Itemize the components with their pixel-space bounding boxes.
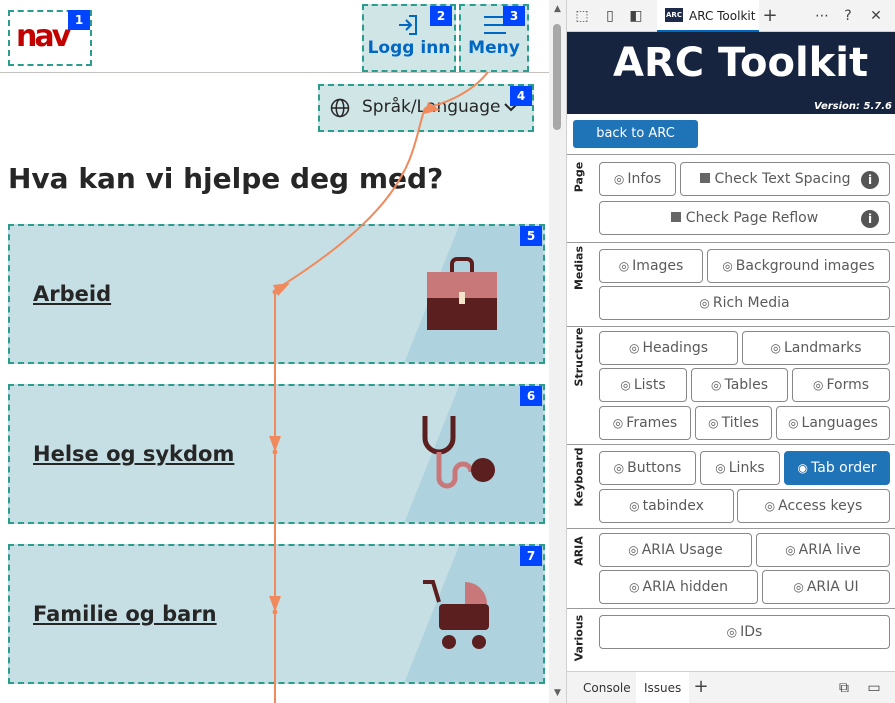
devtools-drawer-bar: Console Issues + ⧉ ▭ bbox=[567, 671, 895, 703]
aria-usage-button[interactable]: ◎ ARIA Usage bbox=[599, 533, 752, 567]
arc-title: ARC Toolkit bbox=[613, 40, 869, 86]
aria-hidden-button[interactable]: ◎ ARIA hidden bbox=[599, 570, 758, 604]
section-medias: Medias ◎ Images ◎ Background images ◎ Rich … bbox=[567, 242, 895, 326]
aria-ui-button[interactable]: ◎ ARIA UI bbox=[762, 570, 890, 604]
buttons-button[interactable]: ◎ Buttons bbox=[599, 451, 696, 485]
aria-live-button[interactable]: ◎ ARIA live bbox=[756, 533, 890, 567]
add-tab-icon[interactable]: + bbox=[761, 7, 779, 25]
info-icon[interactable]: i bbox=[861, 210, 879, 228]
titles-button[interactable]: ◎ Titles bbox=[695, 406, 772, 440]
panel-dock-icon[interactable]: ◧ bbox=[627, 7, 645, 25]
section-structure: Structure ◎ Headings ◎ Landmarks ◎ Lists ◎ T… bbox=[567, 326, 895, 444]
background-images-button[interactable]: ◎ Background images bbox=[707, 249, 890, 283]
help-icon[interactable]: ? bbox=[839, 7, 857, 25]
arc-tab-icon: ARC bbox=[665, 8, 683, 22]
headings-button[interactable]: ◎ Headings bbox=[599, 331, 738, 365]
section-label: Keyboard bbox=[572, 447, 586, 507]
landmarks-button[interactable]: ◎ Landmarks bbox=[742, 331, 890, 365]
forms-button[interactable]: ◎ Forms bbox=[792, 368, 890, 402]
tab-issues[interactable]: Issues bbox=[636, 672, 690, 703]
tab-arc-toolkit[interactable]: ARC ARC Toolkit bbox=[657, 0, 759, 32]
tables-button[interactable]: ◎ Tables bbox=[691, 368, 788, 402]
section-various: Various ◎ IDs bbox=[567, 608, 895, 668]
arc-version: Version: 5.7.6 bbox=[813, 101, 892, 112]
add-tab-icon[interactable]: + bbox=[692, 678, 710, 696]
tab-order-path bbox=[269, 71, 489, 703]
devtools-toolbar: ⬚ ▯ ◧ ARC ARC Toolkit + ⋯ ? ✕ bbox=[567, 0, 895, 32]
section-label: Page bbox=[572, 161, 586, 193]
scroll-down-icon[interactable]: ▼ bbox=[552, 688, 563, 698]
rich-media-button[interactable]: ◎ Rich Media bbox=[599, 286, 890, 320]
access-keys-button[interactable]: ◎ Access keys bbox=[737, 489, 890, 523]
inspect-icon[interactable]: ⬚ bbox=[573, 7, 591, 25]
infos-button[interactable]: ◎ Infos bbox=[599, 162, 676, 196]
page-scrollbar[interactable]: ▲ ▼ bbox=[549, 0, 566, 703]
more-icon[interactable]: ⋯ bbox=[813, 7, 831, 25]
frames-button[interactable]: ◎ Frames bbox=[599, 406, 691, 440]
scroll-up-icon[interactable]: ▲ bbox=[552, 4, 563, 14]
tabindex-button[interactable]: ◎ tabindex bbox=[599, 489, 734, 523]
section-keyboard: Keyboard ◎ Buttons ◎ Links ◉ Tab order ◎ tab… bbox=[567, 444, 895, 528]
web-page: nav 1 Logg inn 2 Meny 3 4 Hva kan vi hje… bbox=[0, 0, 549, 703]
screencast-icon[interactable]: ▭ bbox=[865, 679, 883, 697]
check-text-spacing-button[interactable]: Check Text Spacing i bbox=[680, 162, 890, 196]
section-aria: ARIA ◎ ARIA Usage ◎ ARIA live ◎ ARIA hidden… bbox=[567, 528, 895, 608]
scrollbar-thumb[interactable] bbox=[553, 24, 561, 130]
section-label: ARIA bbox=[572, 536, 586, 566]
device-toggle-icon[interactable]: ▯ bbox=[601, 7, 619, 25]
tab-label: ARC Toolkit bbox=[689, 9, 756, 23]
section-page: Page ◎ Infos Check Text Spacing i Check Pa… bbox=[567, 154, 895, 242]
section-label: Medias bbox=[572, 245, 586, 291]
devtools-panel: ⬚ ▯ ◧ ARC ARC Toolkit + ⋯ ? ✕ ARC Toolki… bbox=[566, 0, 895, 703]
images-button[interactable]: ◎ Images bbox=[599, 249, 703, 283]
section-label: Various bbox=[572, 614, 586, 662]
close-icon[interactable]: ✕ bbox=[867, 7, 885, 25]
links-button[interactable]: ◎ Links bbox=[700, 451, 780, 485]
back-to-engine-button[interactable]: back to ARC Engine bbox=[573, 120, 698, 169]
info-icon[interactable]: i bbox=[861, 171, 879, 189]
dock-side-icon[interactable]: ⧉ bbox=[835, 679, 853, 697]
ids-button[interactable]: ◎ IDs bbox=[599, 615, 890, 649]
tab-order-button[interactable]: ◉ Tab order bbox=[784, 451, 890, 485]
languages-button[interactable]: ◎ Languages bbox=[776, 406, 890, 440]
arc-banner: ARC Toolkit Version: 5.7.6 bbox=[567, 32, 895, 114]
section-label: Structure bbox=[572, 327, 586, 387]
lists-button[interactable]: ◎ Lists bbox=[599, 368, 687, 402]
tab-console[interactable]: Console bbox=[583, 672, 631, 703]
check-page-reflow-button[interactable]: Check Page Reflow i bbox=[599, 201, 890, 235]
